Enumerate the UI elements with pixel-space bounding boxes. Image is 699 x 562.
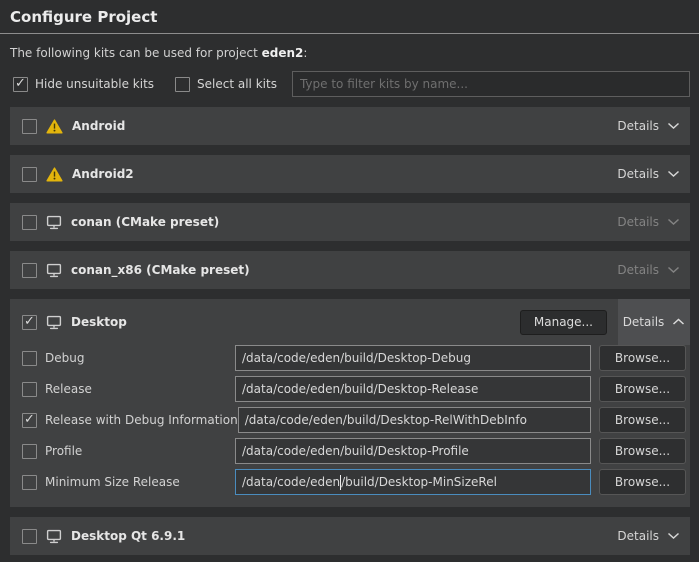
config-label: Minimum Size Release <box>45 475 235 489</box>
kit-row-desktop-qt: Desktop Qt 6.9.1 Details <box>10 517 690 555</box>
kit-row-conan: conan (CMake preset) Details <box>10 203 690 241</box>
details-button[interactable]: Details <box>617 529 680 543</box>
build-config-row-profile: Profile /data/code/eden/build/Desktop-Pr… <box>22 438 686 464</box>
build-dir-input-focused[interactable]: /data/code/eden/build/Desktop-MinSizeRel <box>235 469 591 495</box>
chevron-down-icon <box>667 218 680 226</box>
details-button-expanded[interactable]: Details <box>618 299 690 345</box>
chevron-down-icon <box>667 122 680 130</box>
kit-name: Android <box>72 119 125 133</box>
chevron-down-icon <box>667 170 680 178</box>
kit-checkbox[interactable] <box>22 215 37 230</box>
config-label: Release with Debug Information <box>45 413 238 427</box>
browse-button[interactable]: Browse... <box>599 345 686 371</box>
desktop-icon <box>46 529 62 544</box>
kit-name: Android2 <box>72 167 134 181</box>
title-separator <box>0 33 699 34</box>
manage-button[interactable]: Manage... <box>520 310 607 335</box>
build-config-row-debug: Debug /data/code/eden/build/Desktop-Debu… <box>22 345 686 371</box>
config-checkbox[interactable] <box>22 475 37 490</box>
details-button[interactable]: Details <box>617 119 680 133</box>
config-checkbox[interactable] <box>22 413 37 428</box>
config-checkbox[interactable] <box>22 444 37 459</box>
kit-checkbox[interactable] <box>22 263 37 278</box>
kit-checkbox[interactable] <box>22 119 37 134</box>
build-config-row-minsizerel: Minimum Size Release /data/code/eden/bui… <box>22 469 686 495</box>
build-dir-input[interactable]: /data/code/eden/build/Desktop-Debug <box>235 345 591 371</box>
details-button[interactable]: Details <box>617 167 680 181</box>
kit-row-conan-x86: conan_x86 (CMake preset) Details <box>10 251 690 289</box>
select-all-label: Select all kits <box>197 77 277 91</box>
hide-unsuitable-checkbox[interactable] <box>13 77 28 92</box>
desktop-icon <box>46 315 62 330</box>
browse-button[interactable]: Browse... <box>599 438 686 464</box>
chevron-down-icon <box>667 266 680 274</box>
kit-panel-desktop: Desktop Manage... Details Debug /data/co… <box>10 299 690 507</box>
kit-checkbox[interactable] <box>22 315 37 330</box>
kit-row-desktop: Desktop Manage... <box>10 299 690 345</box>
build-dir-input[interactable]: /data/code/eden/build/Desktop-RelWithDeb… <box>238 407 591 433</box>
kit-filter-input[interactable] <box>292 71 690 97</box>
build-dir-input[interactable]: /data/code/eden/build/Desktop-Profile <box>235 438 591 464</box>
kit-row-android2: Android2 Details <box>10 155 690 193</box>
build-config-row-relwithdebinfo: Release with Debug Information /data/cod… <box>22 407 686 433</box>
browse-button[interactable]: Browse... <box>599 407 686 433</box>
configure-project-page: { "window": { "title": "Configure Projec… <box>0 0 699 562</box>
build-dir-input[interactable]: /data/code/eden/build/Desktop-Release <box>235 376 591 402</box>
kit-name: conan (CMake preset) <box>71 215 219 229</box>
kit-name: Desktop <box>71 315 127 329</box>
chevron-down-icon <box>667 532 680 540</box>
details-button[interactable]: Details <box>617 263 680 277</box>
warning-icon <box>46 167 63 182</box>
chevron-up-icon <box>672 318 685 326</box>
desktop-icon <box>46 263 62 278</box>
config-checkbox[interactable] <box>22 351 37 366</box>
config-label: Profile <box>45 444 235 458</box>
build-config-row-release: Release /data/code/eden/build/Desktop-Re… <box>22 376 686 402</box>
filter-row: Hide unsuitable kits Select all kits <box>13 71 690 97</box>
kit-row-android: Android Details <box>10 107 690 145</box>
kit-name: Desktop Qt 6.9.1 <box>71 529 185 543</box>
config-label: Debug <box>45 351 235 365</box>
hide-unsuitable-label: Hide unsuitable kits <box>35 77 154 91</box>
kit-name: conan_x86 (CMake preset) <box>71 263 250 277</box>
browse-button[interactable]: Browse... <box>599 469 686 495</box>
config-label: Release <box>45 382 235 396</box>
intro-text: The following kits can be used for proje… <box>10 46 689 61</box>
select-all-checkbox[interactable] <box>175 77 190 92</box>
kit-checkbox[interactable] <box>22 167 37 182</box>
kit-checkbox[interactable] <box>22 529 37 544</box>
warning-icon <box>46 119 63 134</box>
desktop-icon <box>46 215 62 230</box>
details-button[interactable]: Details <box>617 215 680 229</box>
browse-button[interactable]: Browse... <box>599 376 686 402</box>
project-name: eden2 <box>262 46 304 60</box>
config-checkbox[interactable] <box>22 382 37 397</box>
page-title: Configure Project <box>0 0 699 33</box>
